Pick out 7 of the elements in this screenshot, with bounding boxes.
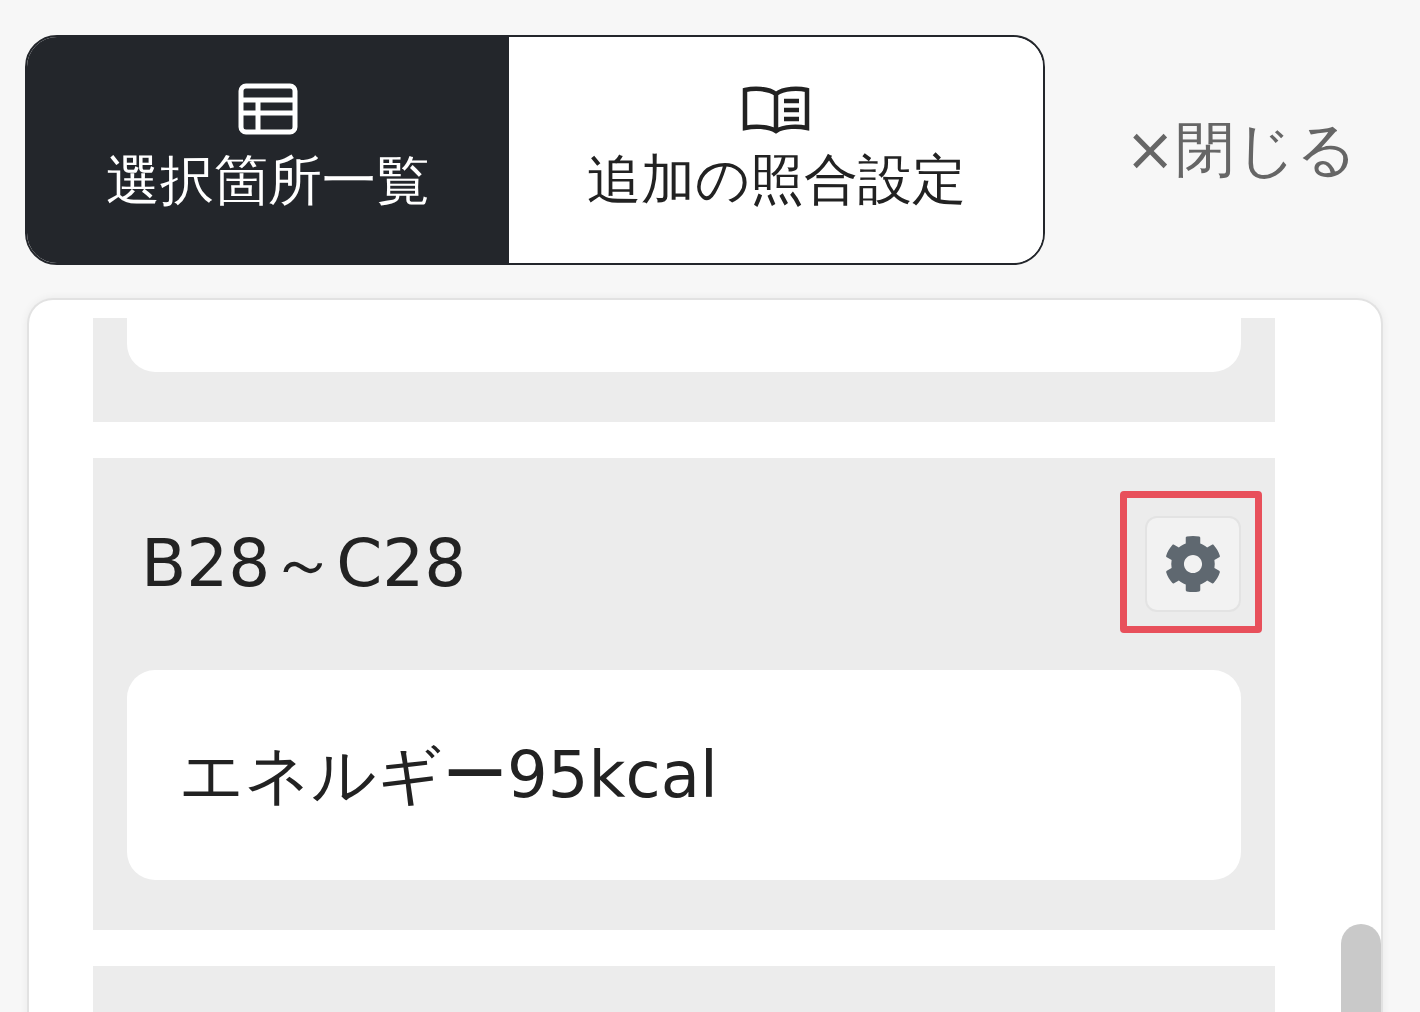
table-icon [238,82,298,135]
settings-icon [1164,535,1222,593]
tab[interactable]: 選択箇所一覧 [27,37,509,263]
settings-button[interactable] [1145,516,1241,612]
cell-range: B28～C28 [141,524,467,604]
close-button[interactable]: ×閉じる [1125,109,1358,191]
value-text: エネルギー95kcal [179,736,718,814]
